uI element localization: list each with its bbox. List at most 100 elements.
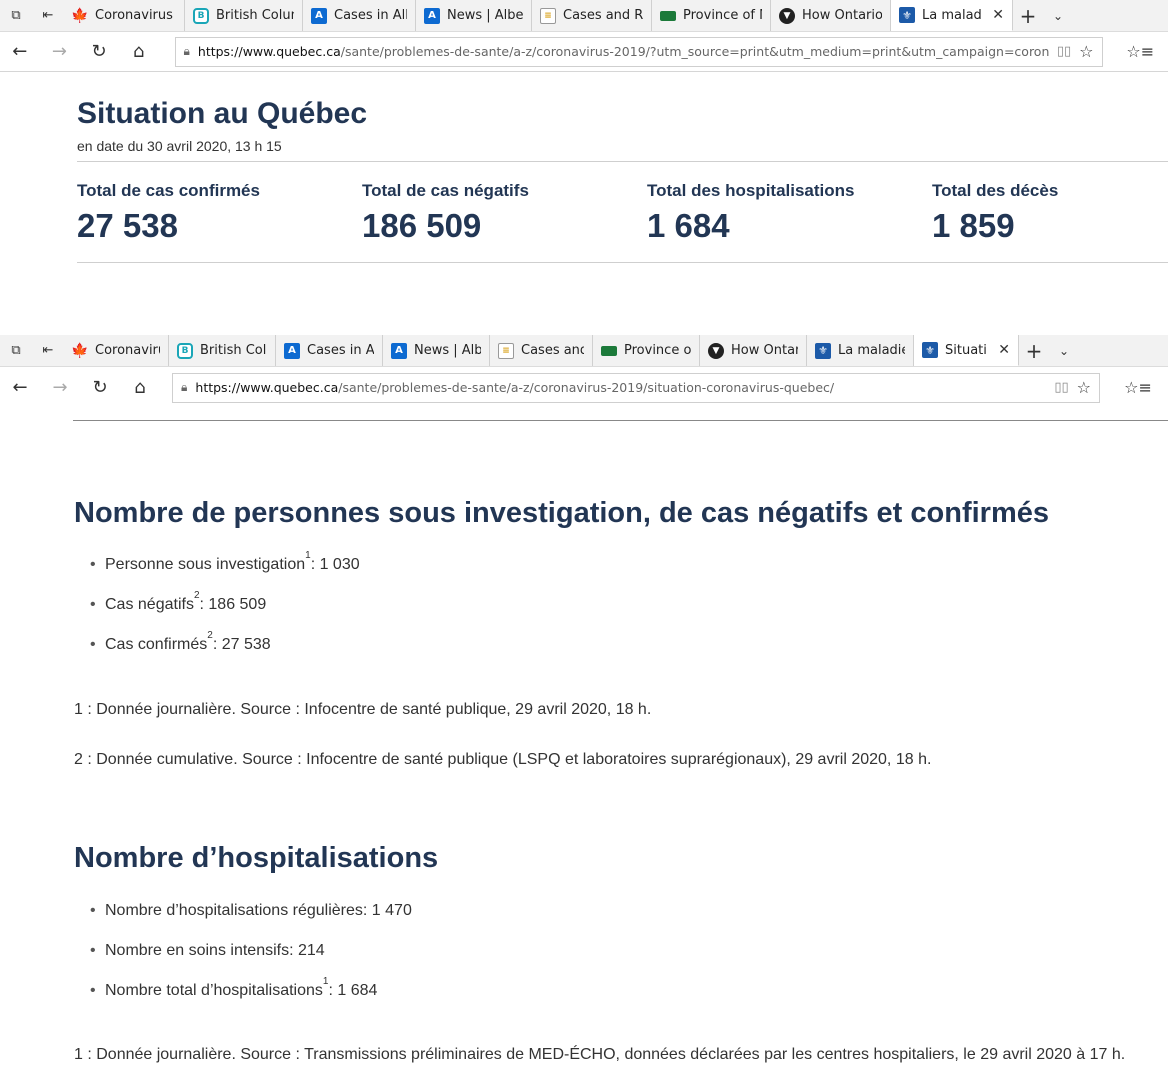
bc-icon: B xyxy=(177,342,193,359)
tab-label: La maladi xyxy=(922,7,982,23)
lock-icon: 🔒︎ xyxy=(183,44,190,58)
browser-tab[interactable]: ⚜ La maladie xyxy=(807,335,914,366)
divider xyxy=(77,161,1168,162)
tab-label: Cases and Ris xyxy=(563,8,643,23)
alberta-icon: A xyxy=(391,342,407,359)
home-button[interactable]: ⌂ xyxy=(120,368,160,408)
page-title: Situation au Québec xyxy=(77,97,368,130)
investigation-list: • Personne sous investigation 1 : 1 030 • C… xyxy=(90,551,360,676)
stat-value: 1 684 xyxy=(647,207,730,244)
browser-tab[interactable]: 🍁 Coronaviru xyxy=(64,335,169,366)
tab-label: News | Albe xyxy=(414,343,481,358)
reading-view-icon[interactable]: ▯▯ xyxy=(1054,380,1068,395)
refresh-button[interactable]: ↻ xyxy=(79,32,119,72)
tab-label: Province of xyxy=(624,343,691,358)
maple-leaf-icon: 🍁 xyxy=(71,7,89,24)
tab-list-chevron-icon[interactable]: ⌄ xyxy=(1049,335,1079,366)
forward-button[interactable]: → xyxy=(40,32,80,72)
quebec-icon: ⚜ xyxy=(815,342,831,359)
stat-confirmed: Total de cas confirmés 27 538 xyxy=(77,181,357,245)
section-heading-investigation: Nombre de personnes sous investigation, … xyxy=(74,497,1049,529)
address-bar[interactable]: 🔒︎ https://www.quebec.ca/sante/problemes… xyxy=(174,36,1103,67)
nav-bar-window-2: ← → ↻ ⌂ 🔒︎ https://www.quebec.ca/sante/p… xyxy=(0,368,1168,408)
nav-bar-window-1: ← → ↻ ⌂ 🔒︎ https://www.quebec.ca/sante/p… xyxy=(0,32,1168,72)
bc-icon: B xyxy=(193,7,209,24)
home-button[interactable]: ⌂ xyxy=(119,32,159,72)
quebec-icon: ⚜ xyxy=(922,342,938,358)
browser-tab[interactable]: A News | Albert xyxy=(416,0,532,31)
tab-list-chevron-icon[interactable]: ⌄ xyxy=(1043,0,1073,31)
tab-bar-window-2: ⧉ ⇤ 🍁 Coronaviru B British Colu A Cases in Al… xyxy=(0,335,1168,367)
reading-view-icon[interactable]: ▯▯ xyxy=(1057,44,1071,59)
favorites-hub-icon[interactable]: ☆≡ xyxy=(1113,42,1168,61)
browser-tab[interactable]: ≡ Cases and F xyxy=(490,335,593,366)
document-icon: ≡ xyxy=(498,342,514,359)
alberta-icon: A xyxy=(311,7,327,24)
browser-tab[interactable]: A Cases in All xyxy=(276,335,383,366)
quebec-icon: ⚜ xyxy=(899,7,915,23)
tab-label: Cases and F xyxy=(521,343,584,358)
footnote-hospital: 1 : Donnée journalière. Source : Transmi… xyxy=(74,1046,1126,1063)
url-text[interactable]: https://www.quebec.ca/sante/problemes-de… xyxy=(195,380,1046,395)
browser-tab[interactable]: ▼ How Ontario xyxy=(771,0,891,31)
browser-tab[interactable]: ≡ Cases and Ris xyxy=(532,0,652,31)
stat-value: 27 538 xyxy=(77,207,178,244)
browser-tab[interactable]: A News | Albe xyxy=(383,335,490,366)
stat-negative: Total de cas négatifs 186 509 xyxy=(362,181,642,245)
close-tab-icon[interactable]: ✕ xyxy=(998,342,1010,358)
tab-label: How Ontario xyxy=(802,8,882,23)
url-text[interactable]: https://www.quebec.ca/sante/problemes-de… xyxy=(198,44,1049,59)
new-tab-button[interactable]: + xyxy=(1013,0,1043,31)
footnote-1: 1 : Donnée journalière. Source : Infocen… xyxy=(74,701,652,718)
browser-tab[interactable]: Province of M xyxy=(652,0,771,31)
stat-label: Total de cas négatifs xyxy=(362,181,529,200)
page-window-2: Nombre de personnes sous investigation, … xyxy=(0,405,1168,1084)
tab-label: British Colu xyxy=(200,343,267,358)
manitoba-icon xyxy=(660,10,676,21)
browser-tab[interactable]: A Cases in Albe xyxy=(303,0,416,31)
divider xyxy=(73,420,1168,421)
browser-tab[interactable]: ▼ How Ontari xyxy=(700,335,807,366)
back-button[interactable]: ← xyxy=(0,32,40,72)
tab-label: Cases in Albe xyxy=(334,8,407,23)
new-tab-button[interactable]: + xyxy=(1019,335,1049,366)
ontario-icon: ▼ xyxy=(779,7,795,24)
list-item: • Cas négatifs 2 : 186 509 xyxy=(90,590,267,614)
tab-label: Coronaviru xyxy=(95,343,160,358)
ontario-icon: ▼ xyxy=(708,342,724,359)
browser-tab[interactable]: ⚜ La maladi ✕ xyxy=(891,0,1013,31)
tab-label: Situatic xyxy=(945,342,987,358)
document-icon: ≡ xyxy=(540,7,556,24)
favorite-star-icon[interactable]: ☆ xyxy=(1077,378,1091,397)
section-heading-hospitalisations: Nombre d’hospitalisations xyxy=(74,842,439,874)
set-aside-tabs-icon[interactable]: ⧉ xyxy=(0,335,32,366)
tab-label: News | Albert xyxy=(447,8,523,23)
favorites-hub-icon[interactable]: ☆≡ xyxy=(1110,378,1166,397)
browser-tab[interactable]: Province of xyxy=(593,335,700,366)
alberta-icon: A xyxy=(284,342,300,359)
restore-tabs-icon[interactable]: ⇤ xyxy=(32,335,64,366)
favorite-star-icon[interactable]: ☆ xyxy=(1079,42,1093,61)
back-button[interactable]: ← xyxy=(0,368,40,408)
address-bar[interactable]: 🔒︎ https://www.quebec.ca/sante/problemes… xyxy=(172,372,1100,403)
stat-label: Total des décès xyxy=(932,181,1059,200)
set-aside-tabs-icon[interactable]: ⧉ xyxy=(0,0,32,31)
page-window-1: Situation au Québec en date du 30 avril … xyxy=(0,73,1168,335)
stat-hospitalisations: Total des hospitalisations 1 684 xyxy=(647,181,927,245)
tab-label: British Colum xyxy=(216,8,294,23)
browser-tab[interactable]: B British Colu xyxy=(169,335,276,366)
divider xyxy=(77,262,1168,263)
browser-tab[interactable]: 🍁 Coronavirus c xyxy=(64,0,185,31)
forward-button[interactable]: → xyxy=(40,368,80,408)
close-tab-icon[interactable]: ✕ xyxy=(992,7,1004,23)
maple-leaf-icon: 🍁 xyxy=(71,342,89,359)
browser-tab[interactable]: ⚜ Situatic ✕ xyxy=(914,335,1019,366)
tab-label: Province of M xyxy=(683,8,762,23)
tab-label: La maladie xyxy=(838,343,905,358)
refresh-button[interactable]: ↻ xyxy=(80,368,120,408)
restore-tabs-icon[interactable]: ⇤ xyxy=(32,0,64,31)
tab-label: Cases in All xyxy=(307,343,374,358)
tab-label: How Ontari xyxy=(731,343,798,358)
browser-tab[interactable]: B British Colum xyxy=(185,0,303,31)
stat-label: Total des hospitalisations xyxy=(647,181,855,200)
